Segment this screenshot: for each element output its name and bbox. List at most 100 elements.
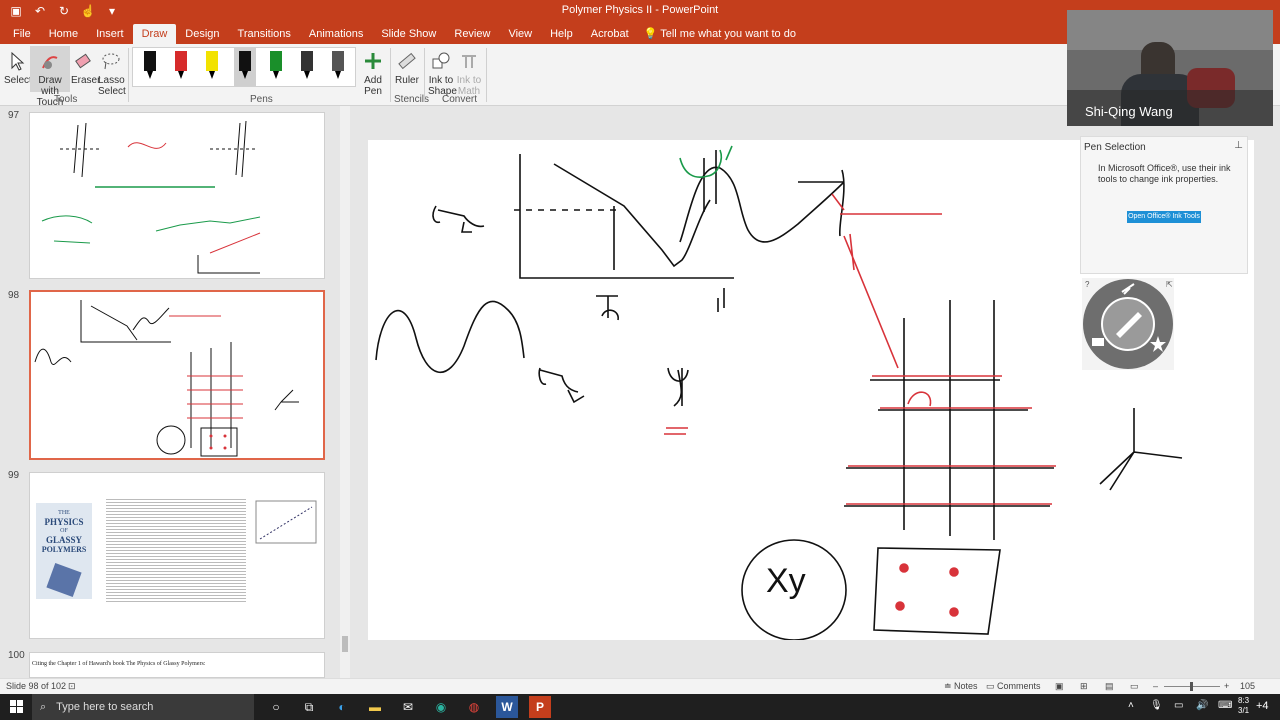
taskbar-search[interactable]: ⌕ Type here to search <box>32 694 254 720</box>
tab-acrobat[interactable]: Acrobat <box>582 24 638 44</box>
tab-slide-show[interactable]: Slide Show <box>372 24 445 44</box>
tab-help[interactable]: Help <box>541 24 582 44</box>
slide-thumbnail-100[interactable]: Citing the Chapter 1 of Haward's book Th… <box>29 652 325 678</box>
pen-red[interactable] <box>174 51 188 81</box>
tab-home[interactable]: Home <box>40 24 87 44</box>
add-pen-button[interactable]: Add Pen <box>360 46 386 97</box>
slide-thumbnail-97[interactable] <box>29 112 325 279</box>
customize-icon[interactable]: ▾ <box>104 4 120 18</box>
slide-100-text: Citing the Chapter 1 of Haward's book Th… <box>32 661 206 667</box>
thumbnail-scrollbar[interactable] <box>340 106 350 678</box>
separator <box>486 48 487 102</box>
mail-icon[interactable]: ✉ <box>397 696 419 718</box>
help-icon[interactable]: ? <box>1085 280 1090 289</box>
ink-math-label-1: Ink to <box>456 75 482 86</box>
pen-body <box>206 51 218 71</box>
clock-date: 3/1 <box>1238 706 1250 715</box>
tab-file[interactable]: File <box>4 24 40 44</box>
tab-insert[interactable]: Insert <box>87 24 133 44</box>
notes-button[interactable]: ≐ Notes <box>944 681 978 692</box>
tab-draw[interactable]: Draw <box>132 24 177 44</box>
tray-chevron-icon[interactable]: ˄ <box>1128 700 1134 711</box>
lasso-label-2: Select <box>98 86 126 97</box>
graph-figure <box>255 500 317 544</box>
pen-dark[interactable] <box>331 51 345 81</box>
pin-icon[interactable]: ⊥ <box>1234 140 1243 151</box>
pen-selected-black[interactable] <box>234 48 256 86</box>
open-ink-tools-button[interactable]: Open Office® Ink Tools <box>1127 211 1201 223</box>
ink-to-shape-button[interactable]: Ink to Shape <box>428 46 457 97</box>
ink-shape-label-1: Ink to <box>428 75 454 86</box>
pen-body <box>332 51 344 71</box>
pen-tip <box>335 71 341 79</box>
windows-logo-pane <box>10 700 16 706</box>
scrollbar-thumb[interactable] <box>342 636 348 652</box>
tab-view[interactable]: View <box>499 24 541 44</box>
app-icon[interactable]: ◉ <box>430 696 452 718</box>
microphone-icon[interactable]: 🎙 <box>1150 700 1163 711</box>
tell-me-search[interactable]: 💡 Tell me what you want to do <box>638 24 796 44</box>
save-icon[interactable]: ▣ <box>8 4 24 18</box>
chrome-icon[interactable]: ◍ <box>463 696 485 718</box>
pen-tip <box>178 71 184 79</box>
undo-icon[interactable]: ↶ <box>32 4 48 18</box>
clock[interactable]: 8:3 3/1 <box>1238 696 1249 716</box>
task-view-icon[interactable]: ⧉ <box>298 696 320 718</box>
pen-wheel[interactable]: ⇱ ? <box>1082 278 1174 370</box>
reading-view-icon[interactable]: ▤ <box>1105 681 1114 692</box>
slideshow-view-icon[interactable]: ▭ <box>1130 681 1139 692</box>
slide-counter: Slide 98 of 102 <box>6 681 67 691</box>
powerpoint-icon[interactable]: P <box>529 696 551 718</box>
windows-taskbar: ⌕ Type here to search ○ ⧉ ◐ ▬ ✉ ◉ ◍ W P … <box>0 694 1280 720</box>
convert-group-label: Convert <box>442 94 478 105</box>
tab-review[interactable]: Review <box>445 24 499 44</box>
touch-mode-icon[interactable]: ☝ <box>80 4 96 18</box>
tab-design[interactable]: Design <box>176 24 228 44</box>
pen-galaxy[interactable] <box>300 51 314 81</box>
comments-label: Comments <box>997 681 1041 691</box>
ink-to-math-button[interactable]: Ink to Math <box>456 46 482 97</box>
draw-with-touch-button[interactable]: Draw with Touch <box>30 46 70 108</box>
pen-tip <box>147 71 153 79</box>
expand-icon[interactable]: ⇱ <box>1166 280 1173 289</box>
tab-transitions[interactable]: Transitions <box>229 24 300 44</box>
slide-thumbnail-99[interactable]: THE PHYSICS OF GLASSY POLYMERS <box>29 472 325 639</box>
file-explorer-icon[interactable]: ▬ <box>364 696 386 718</box>
highlighter-yellow[interactable] <box>205 51 219 81</box>
lasso-select-button[interactable]: Lasso Select <box>98 46 126 97</box>
notification-count[interactable]: +4 <box>1256 700 1269 712</box>
zoom-slider-thumb[interactable] <box>1190 682 1193 691</box>
zoom-level[interactable]: 105 <box>1240 681 1255 691</box>
volume-icon[interactable]: 🔊 <box>1196 700 1208 711</box>
network-icon[interactable]: ▭ <box>1174 700 1183 711</box>
pen-tip <box>304 71 310 79</box>
redo-icon[interactable]: ↻ <box>56 4 72 18</box>
windows-start-icon[interactable] <box>10 700 24 714</box>
comments-button[interactable]: ▭ Comments <box>986 681 1041 692</box>
keyboard-icon[interactable]: ⌨ <box>1218 700 1232 711</box>
pen-black[interactable] <box>143 51 157 81</box>
zoom-out-icon[interactable]: – <box>1153 681 1158 691</box>
body-text-block <box>106 497 246 603</box>
toolbox-icon[interactable] <box>1092 338 1104 346</box>
select-button[interactable]: Select <box>4 46 32 86</box>
ruler-button[interactable]: Ruler <box>394 46 420 86</box>
sorter-view-icon[interactable]: ⊞ <box>1080 681 1088 692</box>
word-icon[interactable]: W <box>496 696 518 718</box>
pen-tip <box>273 71 279 79</box>
eraser-button[interactable]: Eraser <box>71 46 100 86</box>
pen-green[interactable] <box>269 51 283 81</box>
tools-group-label: Tools <box>54 94 78 105</box>
edge-icon[interactable]: ◐ <box>331 696 353 718</box>
accessibility-icon[interactable]: ⊡ <box>68 681 76 692</box>
tab-animations[interactable]: Animations <box>300 24 372 44</box>
slide-thumbnail-pane: 97 98 99 THE PHYSICS OF GLASSY POLYMERS … <box>0 106 350 678</box>
cortana-icon[interactable]: ○ <box>265 696 287 718</box>
pen-body <box>301 51 313 71</box>
separator <box>128 48 129 102</box>
windows-logo-pane <box>17 707 23 713</box>
slide-thumbnail-98[interactable] <box>29 290 325 460</box>
search-icon: ⌕ <box>40 700 47 713</box>
zoom-in-icon[interactable]: + <box>1224 681 1229 691</box>
normal-view-icon[interactable]: ▣ <box>1055 681 1064 692</box>
